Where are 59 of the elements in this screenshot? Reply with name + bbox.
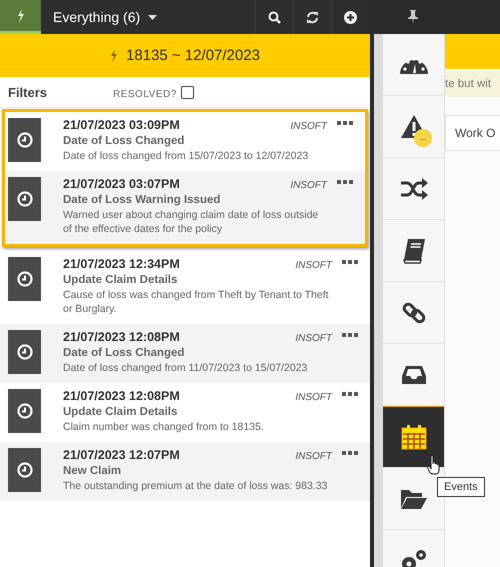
event-title: Update Claim Details: [63, 274, 178, 286]
event-title: Date of Loss Changed: [63, 135, 186, 147]
plus-circle-icon: [344, 10, 357, 24]
page-tab[interactable]: Work O: [445, 115, 500, 151]
event-item[interactable]: 21/07/2023 12:08PM INSOFT Date of Loss Changed Date of loss changed from 11/07/2023 to 15/07/2023: [0, 324, 370, 383]
clock-icon: [16, 132, 32, 148]
caret-icon: [148, 14, 158, 20]
event-timestamp: 21/07/2023 12:07PM: [63, 448, 181, 462]
event-description: Claim number was changed from to 18135.: [63, 420, 265, 434]
event-timestamp: 21/07/2023 12:08PM: [63, 389, 181, 403]
event-description: Date of loss changed from 15/07/2023 to 12/07/2023: [63, 149, 310, 163]
event-description: The outstanding premium at the date of loss was: 983.33: [63, 479, 328, 493]
book-icon: [402, 238, 426, 264]
lightning-icon: [16, 8, 24, 22]
calendar-icon: [400, 424, 426, 450]
event-item[interactable]: 21/07/2023 12:07PM INSOFT New Claim The outstanding premium at the date of loss was: 983.33: [0, 442, 370, 501]
clock-icon: [16, 271, 32, 287]
event-description: Cause of loss was changed from Theft by Tenant to Theft or Burglary.: [63, 288, 330, 316]
event-title: Update Claim Details: [63, 406, 178, 418]
event-item[interactable]: 21/07/2023 03:09PM INSOFT Date of Loss Changed Date of loss changed from 15/07/2023 to 12/07/2023: [5, 112, 365, 171]
clock-icon: [16, 344, 32, 360]
hand-cursor-icon: [427, 455, 441, 475]
resolved-label: RESOLVED?: [113, 88, 177, 100]
event-timestamp: 21/07/2023 03:09PM: [63, 118, 181, 132]
event-timestamp: 21/07/2023 12:34PM: [63, 257, 181, 271]
event-source: INSOFT: [290, 180, 327, 191]
tooltip: Events: [437, 477, 485, 497]
link-icon: [402, 300, 426, 324]
refresh-icon: [306, 10, 319, 24]
side-rail-tab[interactable]: ...: [383, 96, 444, 158]
lightning-icon: [110, 48, 118, 62]
clock-icon: [16, 191, 32, 207]
filters-label: Filters: [8, 84, 48, 100]
event-source: INSOFT: [295, 333, 332, 344]
event-timestamp: 21/07/2023 03:07PM: [63, 177, 181, 191]
pin-icon: [408, 10, 418, 24]
event-item[interactable]: 21/07/2023 03:07PM INSOFT Date of Loss Warning Issued Warned user about changing claim date of loss outside of the effective dates for the policy: [5, 171, 365, 244]
search-icon: [268, 10, 281, 24]
event-title: Date of Loss Warning Issued: [63, 194, 222, 206]
clock-icon: [16, 403, 32, 419]
event-title: New Claim: [63, 465, 122, 477]
event-description: Date of loss changed from 11/07/2023 to 15/07/2023: [63, 361, 308, 375]
event-source: INSOFT: [295, 451, 332, 462]
folder-icon: [400, 488, 428, 510]
notification-badge: ...: [414, 129, 432, 147]
inbox-icon: [400, 364, 426, 384]
claim-title: 18135 ~ 12/07/2023: [126, 47, 260, 64]
resolved-checkbox[interactable]: [180, 86, 194, 98]
event-source: INSOFT: [290, 121, 327, 132]
clock-icon: [16, 462, 32, 478]
event-source: INSOFT: [295, 392, 332, 403]
event-timestamp: 21/07/2023 12:08PM: [63, 330, 181, 344]
lightning-tab[interactable]: [0, 0, 41, 34]
notice-banner: te but wit: [445, 71, 500, 97]
event-title: Date of Loss Changed: [63, 347, 186, 359]
shuffle-icon: [400, 178, 428, 200]
event-description: Warned user about changing claim date of loss outside of the effective dates for the policy: [63, 208, 320, 236]
page-header-bar: [445, 34, 500, 69]
event-source: INSOFT: [295, 260, 332, 271]
